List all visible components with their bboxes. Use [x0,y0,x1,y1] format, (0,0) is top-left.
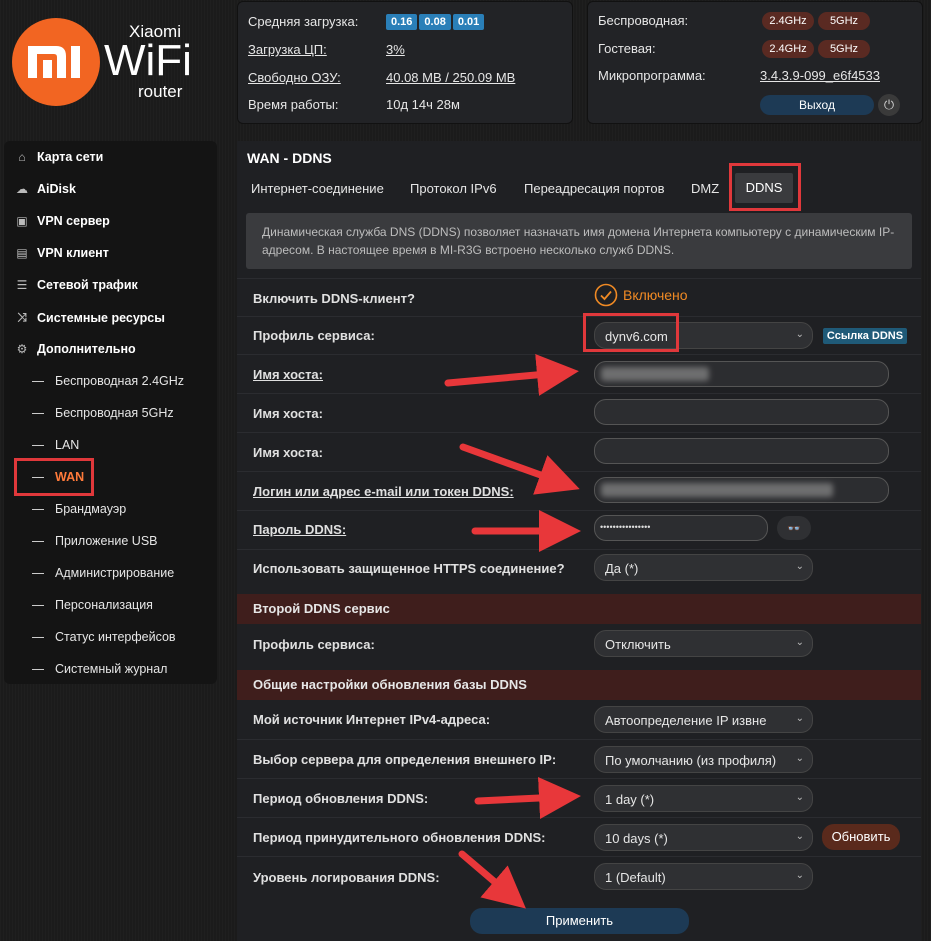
arrow-update-period [474,777,581,819]
arrow-login [459,443,580,495]
arrow-apply [458,850,526,909]
arrow-hostname [444,353,579,396]
annotation-arrows [444,353,581,909]
